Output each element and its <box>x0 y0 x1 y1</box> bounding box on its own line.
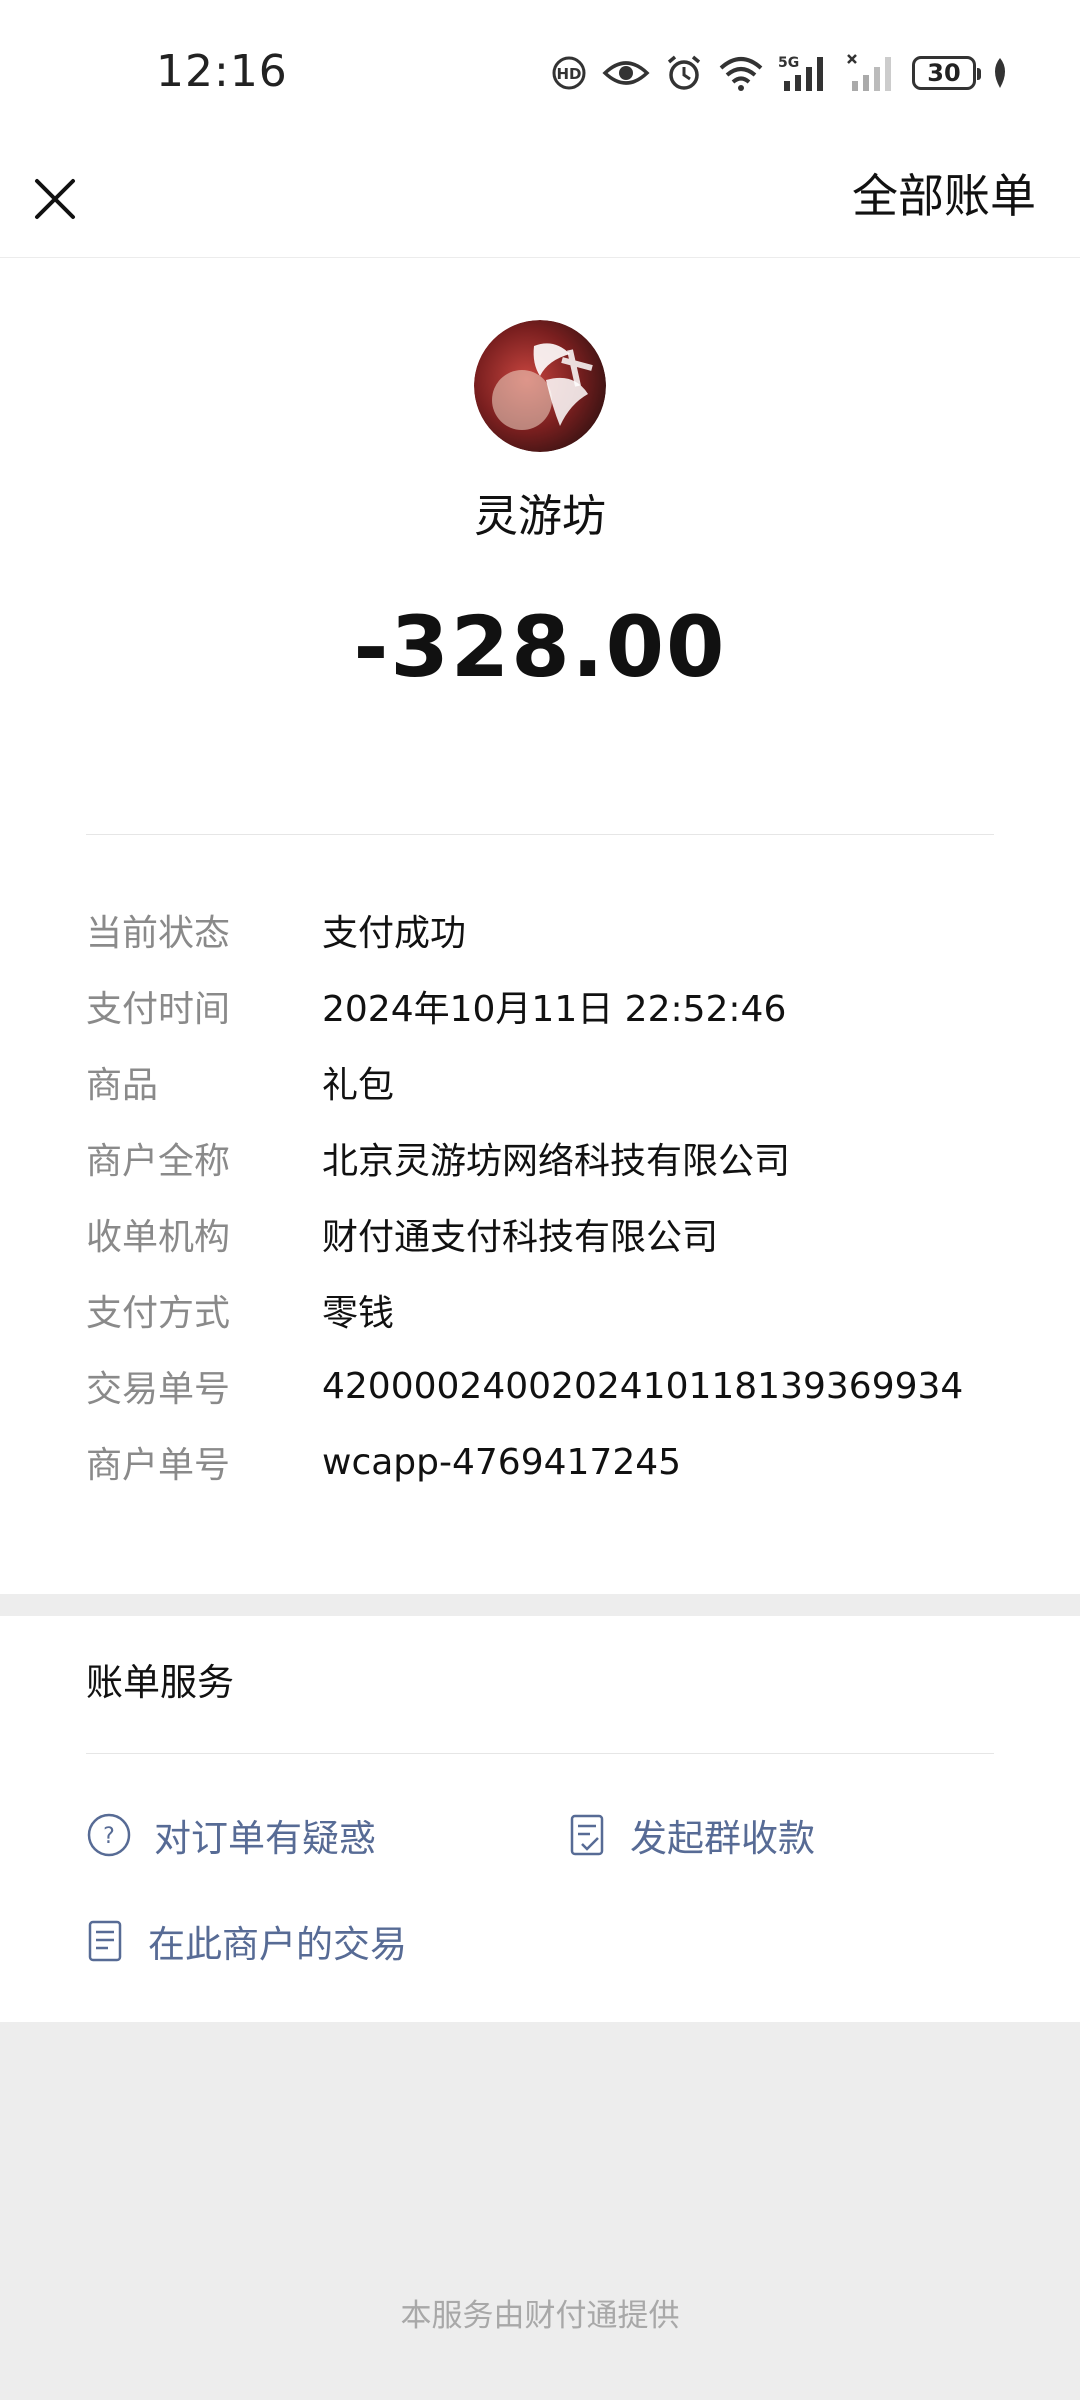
wifi-icon <box>719 57 763 91</box>
detail-label: 当前状态 <box>86 913 231 954</box>
detail-row-acquirer: 收单机构 财付通支付科技有限公司 <box>86 1196 1046 1272</box>
volte-icon: HD <box>552 56 586 90</box>
question-circle-icon: ? <box>87 1813 131 1857</box>
nav-bar: 全部账单 <box>0 146 1080 258</box>
detail-row-product: 商品 礼包 <box>86 1044 1046 1120</box>
divider <box>86 834 994 835</box>
detail-label: 商户全称 <box>86 1141 231 1182</box>
battery-icon: 30 <box>912 56 981 90</box>
system-icons: HD 5G 30 <box>550 50 1010 96</box>
footer-provider-text: 本服务由财付通提供 <box>400 2298 680 2334</box>
detail-label: 交易单号 <box>86 1369 231 1410</box>
document-icon <box>88 1920 122 1962</box>
detail-value[interactable]: 4200002400202410118139369934 <box>322 1366 963 1407</box>
detail-label: 收单机构 <box>86 1217 231 1258</box>
divider <box>86 1753 994 1754</box>
detail-value[interactable]: wcapp-4769417245 <box>322 1442 681 1483</box>
detail-row-merchant-fullname: 商户全称 北京灵游坊网络科技有限公司 <box>86 1120 1046 1196</box>
order-question-label: 对订单有疑惑 <box>154 1817 376 1860</box>
group-collect-link[interactable]: 发起群收款 <box>568 1808 815 1862</box>
group-collect-label: 发起群收款 <box>630 1817 815 1860</box>
transaction-card: 灵游坊 -328.00 当前状态 支付成功 支付时间 2024年10月11日 2… <box>0 258 1080 1594</box>
close-button[interactable] <box>22 166 88 232</box>
payment-amount: -328.00 <box>353 598 727 696</box>
detail-row-transaction-id: 交易单号 4200002400202410118139369934 <box>86 1348 1046 1424</box>
bill-services-card: 账单服务 ? 对订单有疑惑 发起群收款 在此商户的交易 <box>0 1616 1080 2022</box>
detail-value: 财付通支付科技有限公司 <box>322 1217 719 1258</box>
merchant-name: 灵游坊 <box>474 491 606 542</box>
signal-5g-icon: 5G <box>778 55 823 91</box>
detail-label: 支付方式 <box>86 1293 231 1334</box>
merchant-avatar <box>474 320 606 452</box>
svg-text:5G: 5G <box>778 55 799 71</box>
eye-comfort-icon <box>602 61 650 85</box>
detail-value: 支付成功 <box>322 913 467 954</box>
status-time: 12:16 <box>156 46 288 97</box>
detail-label: 支付时间 <box>86 989 231 1030</box>
svg-text:?: ? <box>103 1824 115 1849</box>
signal-no-sim-icon <box>847 54 891 91</box>
detail-value: 零钱 <box>322 1293 395 1334</box>
all-bills-link[interactable]: 全部账单 <box>852 160 1036 232</box>
bill-services-title: 账单服务 <box>86 1661 234 1704</box>
detail-label: 商户单号 <box>86 1445 231 1486</box>
transaction-details: 当前状态 支付成功 支付时间 2024年10月11日 22:52:46 商品 礼… <box>86 892 1046 1500</box>
detail-value: 北京灵游坊网络科技有限公司 <box>322 1141 791 1182</box>
close-icon <box>35 179 75 219</box>
detail-label: 商品 <box>86 1065 159 1106</box>
detail-row-pay-method: 支付方式 零钱 <box>86 1272 1046 1348</box>
detail-value: 礼包 <box>322 1065 395 1106</box>
svg-text:HD: HD <box>556 65 581 83</box>
detail-value: 2024年10月11日 22:52:46 <box>322 989 787 1030</box>
merchant-transactions-label: 在此商户的交易 <box>148 1923 407 1966</box>
order-question-link[interactable]: ? 对订单有疑惑 <box>86 1808 376 1862</box>
leaf-icon <box>995 58 1005 88</box>
detail-row-merchant-order-id: 商户单号 wcapp-4769417245 <box>86 1424 1046 1500</box>
detail-row-status: 当前状态 支付成功 <box>86 892 1046 968</box>
group-collect-icon <box>570 1814 604 1856</box>
status-bar: 12:16 HD 5G 30 <box>0 0 1080 146</box>
merchant-transactions-link[interactable]: 在此商户的交易 <box>86 1914 407 1968</box>
alarm-icon <box>667 55 701 90</box>
detail-row-pay-time: 支付时间 2024年10月11日 22:52:46 <box>86 968 1046 1044</box>
